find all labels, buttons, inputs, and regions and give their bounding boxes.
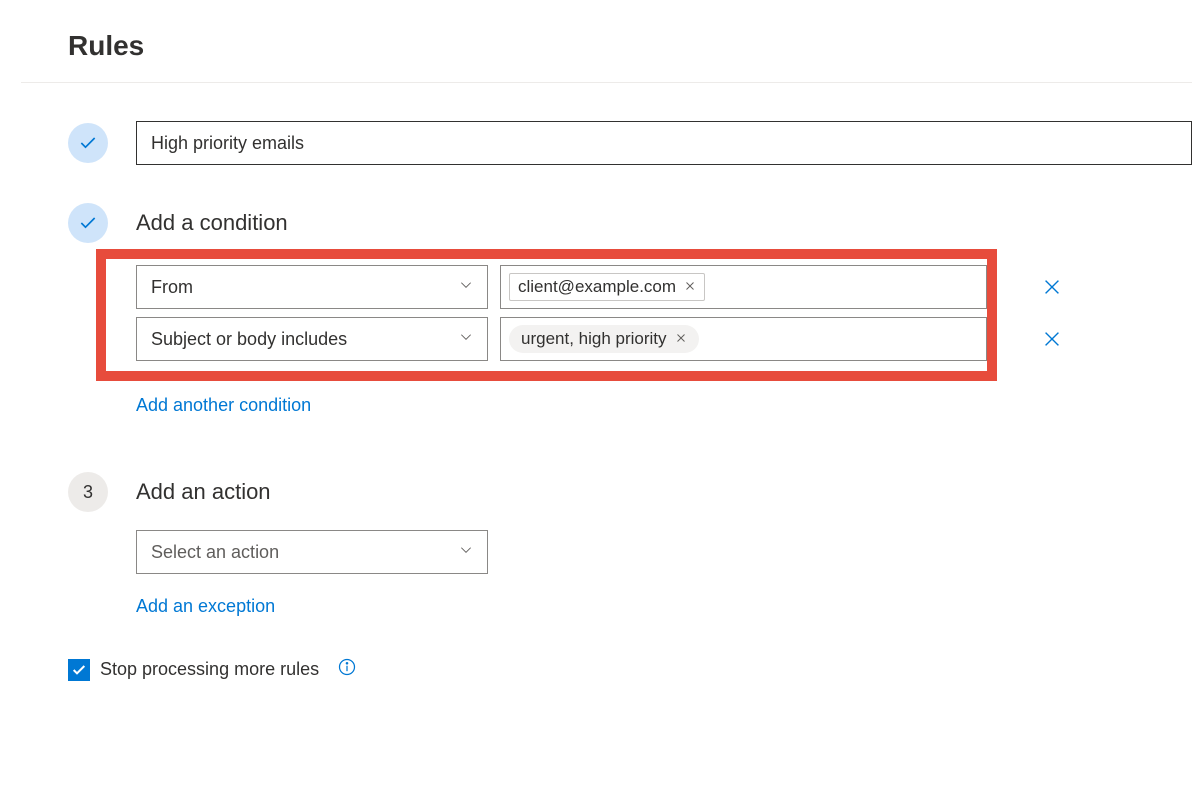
chip-remove-icon[interactable]: [684, 277, 696, 297]
condition-row: From client@example.com: [106, 265, 987, 309]
chevron-down-icon: [459, 543, 473, 562]
action-placeholder: Select an action: [151, 542, 279, 563]
remove-condition-button[interactable]: [1041, 276, 1063, 298]
actions-title: Add an action: [136, 479, 271, 505]
check-icon: [78, 213, 98, 233]
condition-value-input[interactable]: urgent, high priority: [500, 317, 987, 361]
condition-row: Subject or body includes urgent, high pr…: [106, 317, 987, 361]
chip-remove-icon[interactable]: [675, 329, 687, 349]
rule-name-input[interactable]: [136, 121, 1192, 165]
conditions-highlight: From client@example.com: [96, 249, 997, 381]
check-icon: [78, 133, 98, 153]
condition-field-dropdown[interactable]: Subject or body includes: [136, 317, 488, 361]
condition-field-label: Subject or body includes: [151, 329, 347, 350]
step-2-badge: [68, 203, 108, 243]
stop-processing-label: Stop processing more rules: [100, 659, 319, 680]
condition-value-input[interactable]: client@example.com: [500, 265, 987, 309]
check-icon: [71, 662, 87, 678]
conditions-title: Add a condition: [136, 210, 288, 236]
condition-chip: client@example.com: [509, 273, 705, 301]
page-title: Rules: [68, 0, 1192, 82]
remove-condition-button[interactable]: [1041, 328, 1063, 350]
action-dropdown[interactable]: Select an action: [136, 530, 488, 574]
condition-chip-label: client@example.com: [518, 277, 676, 297]
chevron-down-icon: [459, 330, 473, 349]
step-name-row: [68, 121, 1192, 165]
condition-chip: urgent, high priority: [509, 325, 699, 353]
chevron-down-icon: [459, 278, 473, 297]
info-icon[interactable]: [337, 657, 357, 682]
add-condition-link[interactable]: Add another condition: [136, 395, 311, 416]
condition-field-label: From: [151, 277, 193, 298]
step-conditions-row: Add a condition: [68, 203, 1192, 243]
condition-chip-label: urgent, high priority: [521, 329, 667, 349]
add-exception-link[interactable]: Add an exception: [136, 596, 275, 617]
header-divider: [21, 82, 1192, 83]
stop-processing-row: Stop processing more rules: [68, 657, 1192, 682]
step-actions-row: 3 Add an action: [68, 472, 1192, 512]
step-1-badge: [68, 123, 108, 163]
step-3-badge: 3: [68, 472, 108, 512]
stop-processing-checkbox[interactable]: [68, 659, 90, 681]
condition-field-dropdown[interactable]: From: [136, 265, 488, 309]
